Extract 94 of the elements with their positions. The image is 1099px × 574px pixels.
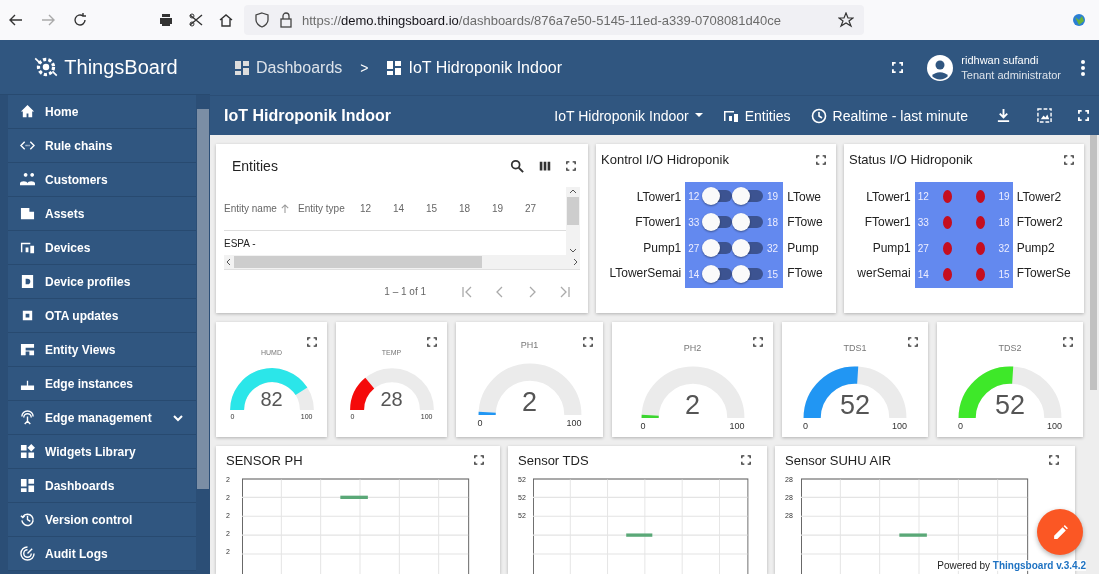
dashboard-title: IoT Hidroponik Indoor	[224, 106, 392, 125]
gauge-max: 100	[566, 418, 582, 428]
pin-number: 32	[998, 242, 1010, 254]
sidebar-item[interactable]: Audit Logs	[8, 537, 196, 571]
pin-number: 27	[917, 242, 929, 254]
pin-label: LTower1	[636, 189, 682, 204]
pin-number: 27	[688, 242, 701, 254]
sidebar-item[interactable]: Entity Views	[8, 333, 196, 367]
pin-label: LTower1	[866, 189, 911, 204]
gauge-value: 2	[522, 389, 537, 416]
column-header[interactable]: 14	[393, 203, 426, 214]
entities-button[interactable]: Entities	[720, 103, 793, 128]
pin-label: Pump	[787, 240, 820, 255]
sidebar-item[interactable]: Version control	[8, 503, 196, 537]
gauge-title: TDS1	[843, 343, 867, 353]
pin-label: Pump2	[1016, 240, 1056, 255]
column-header[interactable]: 15	[426, 203, 459, 214]
pin-number: 18	[998, 216, 1010, 228]
sidebar-item[interactable]: Edge instances	[8, 367, 196, 401]
address-bar[interactable]: https://demo.thingsboard.io/dashboards/876a7e50-5145-11ed-a339-0708081d40ce	[244, 5, 864, 35]
pin-label: FTower1	[864, 215, 911, 230]
pin-number: 14	[688, 268, 701, 280]
gauge-max: 100	[1046, 421, 1062, 431]
pin-number: 33	[917, 216, 929, 228]
widget-title: Kontrol I/O Hidroponik	[601, 152, 729, 167]
sidebar-item[interactable]: Assets	[8, 197, 196, 231]
column-header[interactable]: 12	[360, 203, 393, 214]
pin-number: 12	[917, 190, 929, 202]
sidebar-item[interactable]: Rule chains	[8, 129, 196, 163]
sidebar-item[interactable]: Widgets Library	[8, 435, 196, 469]
table-cell: ESPA -	[224, 238, 256, 249]
gauge-value: 2	[685, 392, 700, 419]
gauge-min: 0	[803, 421, 808, 431]
gauge-min: 0	[640, 421, 646, 431]
pin-label: FTowe	[787, 266, 824, 281]
pin-number: 32	[766, 242, 780, 254]
column-header[interactable]: Entity name	[224, 203, 298, 214]
pin-label: FTowe	[787, 215, 824, 230]
widget-title: SENSOR PH	[226, 452, 303, 468]
gauge-value: 82	[260, 389, 283, 409]
gauge-min: 0	[477, 418, 483, 428]
column-header[interactable]: 27	[525, 203, 558, 214]
gauge-title: TDS2	[998, 343, 1022, 353]
url-text: https://demo.thingsboard.io/dashboards/876a7e50-5145-11ed-a339-0708081d40ce	[302, 12, 781, 28]
timewindow-button[interactable]: Realtime - last minute	[808, 103, 970, 128]
pin-label: LTowe	[787, 189, 823, 204]
breadcrumb-separator: >	[360, 59, 369, 76]
pin-number: 19	[998, 190, 1010, 202]
sidebar-item[interactable]: OTA updates	[8, 299, 196, 333]
widget-title: Status I/O Hidroponik	[849, 152, 973, 167]
powered-by-text: Powered by	[937, 560, 991, 571]
breadcrumb-link[interactable]: Dashboards	[256, 58, 343, 77]
pin-label: FTowerSe	[1016, 266, 1072, 281]
user-name: ridhwan sufandi	[961, 54, 1040, 66]
sidebar-item[interactable]: Customers	[8, 163, 196, 197]
pin-number: 33	[688, 216, 701, 228]
pin-label: werSemai	[857, 266, 911, 281]
gauge-title: PH1	[520, 340, 539, 350]
pin-label: FTower1	[635, 215, 682, 230]
page-range: 1 – 1 of 1	[384, 286, 426, 297]
user-role: Tenant administrator	[961, 69, 1061, 81]
gauge-value: 28	[380, 389, 403, 409]
column-header[interactable]: Entity type	[298, 203, 360, 214]
column-header[interactable]: 19	[492, 203, 525, 214]
column-header[interactable]: 18	[459, 203, 492, 214]
pin-number: 14	[917, 268, 929, 280]
pin-label: LTower2	[1016, 189, 1063, 204]
gauge-title: PH2	[683, 343, 702, 353]
pin-label: Pump1	[643, 240, 682, 255]
widget-title: Sensor TDS	[518, 452, 589, 468]
pin-number: 15	[998, 268, 1010, 280]
logo-text: ThingsBoard	[64, 55, 178, 79]
pin-label: LTowerSemai	[609, 266, 682, 281]
pin-label: Pump1	[872, 240, 911, 255]
version-link[interactable]: Thingsboard v.3.4.2	[992, 560, 1086, 571]
pin-number: 12	[688, 190, 701, 202]
sidebar-item[interactable]: Devices	[8, 231, 196, 265]
sidebar-item[interactable]: Edge management	[8, 401, 196, 435]
gauge-value: 52	[840, 392, 870, 419]
pin-number: 18	[766, 216, 780, 228]
sidebar-item[interactable]: Dashboards	[8, 469, 196, 503]
sidebar-item[interactable]: Device profiles	[8, 265, 196, 299]
gauge-max: 100	[891, 421, 907, 431]
widget-title: Sensor SUHU AIR	[785, 452, 892, 468]
breadcrumb-current: IoT Hidroponik Indoor	[408, 58, 563, 77]
state-dropdown[interactable]: IoT Hidroponik Indoor	[552, 103, 705, 128]
sidebar-item[interactable]: Home	[8, 95, 196, 129]
gauge-min: 0	[958, 421, 963, 431]
gauge-value: 52	[995, 392, 1025, 419]
pin-number: 15	[766, 268, 780, 280]
widget-title: Entities	[232, 157, 278, 174]
gauge-max: 100	[729, 421, 745, 431]
pin-number: 19	[766, 190, 780, 202]
pin-label: FTower2	[1016, 215, 1064, 230]
